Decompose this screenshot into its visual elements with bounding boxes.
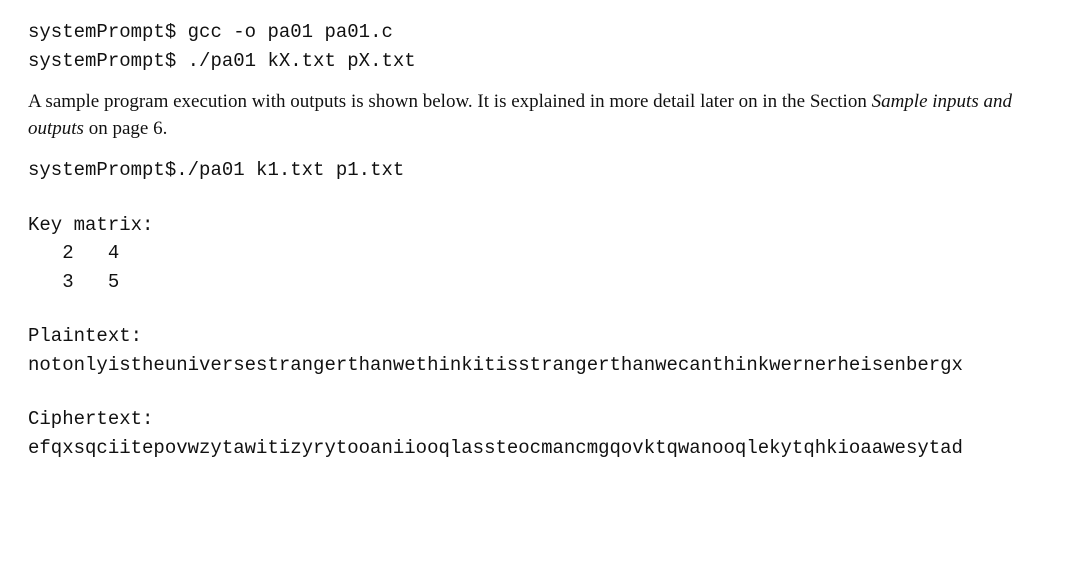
- explanation-paragraph: A sample program execution with outputs …: [28, 89, 1037, 142]
- shell-prompt: systemPrompt$: [28, 50, 188, 72]
- program-output: Key matrix: 2 4 3 5 Plaintext: notonlyis…: [28, 211, 1037, 463]
- plaintext-label: Plaintext:: [28, 322, 1037, 351]
- prose-tail: on page 6.: [84, 118, 167, 139]
- run-command: ./pa01 kX.txt pX.txt: [188, 50, 416, 72]
- shell-prompt: systemPrompt$: [28, 21, 188, 43]
- ciphertext-label: Ciphertext:: [28, 405, 1037, 434]
- compile-run-commands: systemPrompt$ gcc -o pa01 pa01.c systemP…: [28, 18, 1037, 75]
- compile-command: gcc -o pa01 pa01.c: [188, 21, 393, 43]
- key-matrix-row-1: 2 4: [28, 239, 1037, 268]
- plaintext-value: notonlyistheuniversestrangerthanwethinki…: [28, 351, 1037, 380]
- prose-lead: A sample program execution with outputs …: [28, 91, 872, 112]
- sample-command: ./pa01 k1.txt p1.txt: [176, 159, 404, 181]
- run-command-line: systemPrompt$ ./pa01 kX.txt pX.txt: [28, 47, 1037, 76]
- shell-prompt: systemPrompt$: [28, 159, 176, 181]
- ciphertext-value: efqxsqciitepovwzytawitizyrytooaniiooqlas…: [28, 434, 1037, 463]
- sample-invocation-line: systemPrompt$./pa01 k1.txt p1.txt: [28, 156, 1037, 185]
- key-matrix-row-2: 3 5: [28, 268, 1037, 297]
- key-matrix-label: Key matrix:: [28, 211, 1037, 240]
- compile-command-line: systemPrompt$ gcc -o pa01 pa01.c: [28, 18, 1037, 47]
